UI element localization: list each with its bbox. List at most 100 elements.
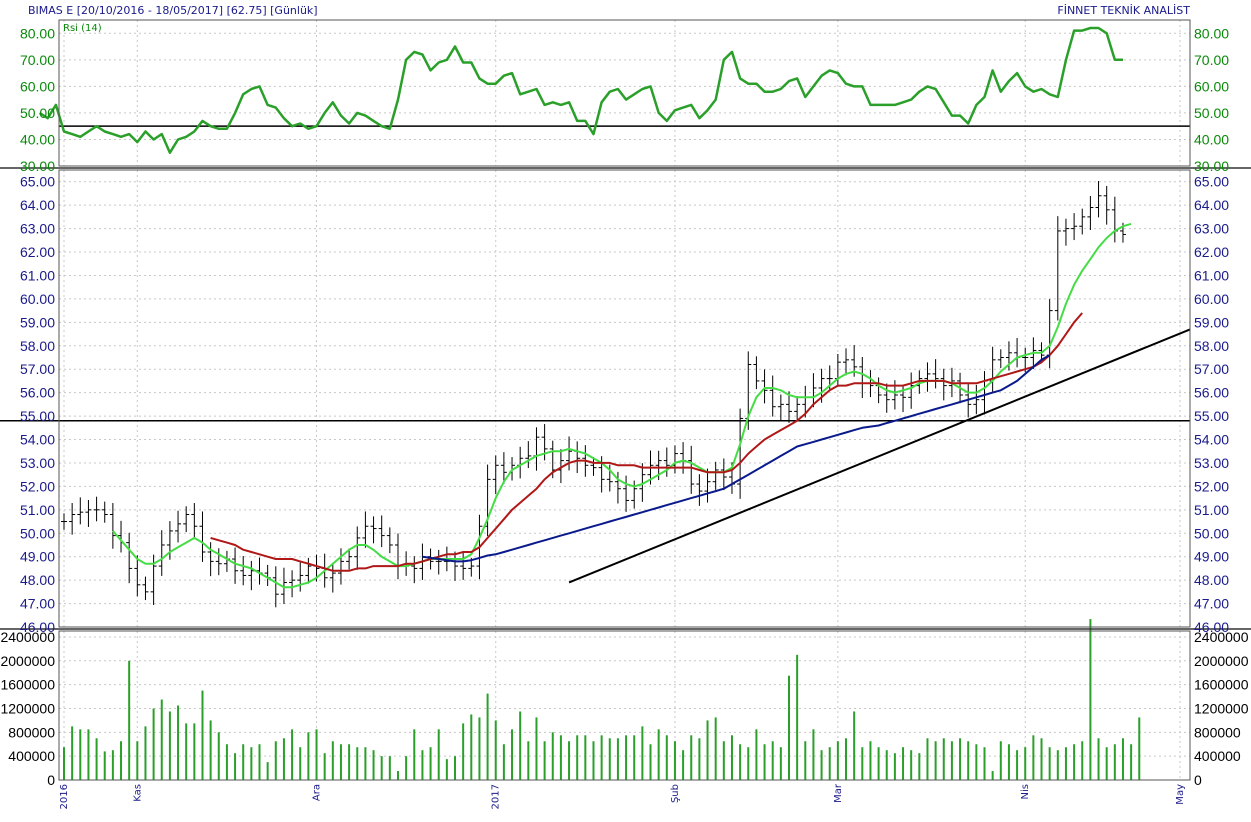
volume-bar (258, 744, 261, 780)
volume-bar (527, 741, 530, 780)
volume-bar (144, 726, 147, 780)
volume-bar (568, 741, 571, 780)
chart-canvas: BIMAS E [20/10/2016 - 18/05/2017] [62.75… (0, 0, 1251, 822)
volume-bar (584, 735, 587, 780)
volume-ytick-label-right: 2400000 (1194, 629, 1249, 645)
volume-bar (250, 747, 253, 780)
xaxis-label: Ara (312, 784, 323, 801)
price-ytick-label-left: 62.00 (20, 244, 55, 260)
volume-bar (633, 735, 636, 780)
volume-bar (559, 735, 562, 780)
price-ytick-label-left: 60.00 (20, 291, 55, 307)
volume-bar (755, 729, 758, 780)
volume-bar (1105, 747, 1108, 780)
volume-bar (730, 735, 733, 780)
price-ytick-label-left: 51.00 (20, 502, 55, 518)
price-ytick-label-right: 50.00 (1194, 525, 1229, 541)
volume-bar (1089, 619, 1092, 780)
volume-bar (429, 747, 432, 780)
volume-bar (519, 711, 522, 780)
price-ytick-label-right: 61.00 (1194, 267, 1229, 283)
volume-bar (804, 741, 807, 780)
price-ytick-label-right: 65.00 (1194, 174, 1229, 190)
volume-bar (470, 714, 473, 780)
volume-ytick-label-left: 1200000 (0, 700, 55, 716)
price-ytick-label-left: 56.00 (20, 385, 55, 401)
price-ytick-label-right: 53.00 (1194, 455, 1229, 471)
rsi-ytick-label-right: 60.00 (1194, 78, 1229, 94)
chart-header-left: BIMAS E [20/10/2016 - 18/05/2017] [62.75… (28, 4, 318, 17)
volume-bar (307, 732, 310, 780)
volume-bar (356, 747, 359, 780)
volume-bar (861, 747, 864, 780)
volume-bar (820, 750, 823, 780)
price-ytick-label-left: 59.00 (20, 314, 55, 330)
price-ytick-label-right: 54.00 (1194, 432, 1229, 448)
volume-bar (616, 738, 619, 780)
price-ytick-label-left: 64.00 (20, 197, 55, 213)
volume-bar (193, 723, 196, 780)
volume-bar (201, 690, 204, 780)
volume-bar (836, 741, 839, 780)
price-ytick-label-left: 57.00 (20, 361, 55, 377)
volume-ytick-label-right: 1200000 (1194, 700, 1249, 716)
volume-bar (299, 747, 302, 780)
volume-bar (331, 741, 334, 780)
volume-bar (445, 759, 448, 780)
volume-bar (120, 741, 123, 780)
volume-bar (1040, 738, 1043, 780)
volume-bar (592, 741, 595, 780)
volume-bar (494, 720, 497, 780)
rsi-ytick-label-right: 70.00 (1194, 52, 1229, 68)
volume-bar (291, 729, 294, 780)
volume-bar (967, 741, 970, 780)
volume-bar (608, 738, 611, 780)
volume-bar (869, 741, 872, 780)
price-ytick-label-left: 54.00 (20, 432, 55, 448)
volume-ytick-label-left: 0 (47, 772, 55, 788)
rsi-ytick-label-right: 80.00 (1194, 25, 1229, 41)
price-ytick-label-left: 61.00 (20, 267, 55, 283)
volume-bar (1081, 741, 1084, 780)
volume-ytick-label-left: 1600000 (0, 677, 55, 693)
price-ytick-label-right: 47.00 (1194, 596, 1229, 612)
volume-bar (1024, 747, 1027, 780)
volume-bar (885, 750, 888, 780)
volume-bar (511, 729, 514, 780)
volume-bar (673, 741, 676, 780)
price-ytick-label-right: 48.00 (1194, 572, 1229, 588)
xaxis-label: Kas (132, 784, 143, 802)
volume-bar (79, 729, 82, 780)
volume-bar (136, 741, 139, 780)
volume-bar (364, 747, 367, 780)
price-ytick-label-right: 63.00 (1194, 221, 1229, 237)
price-ytick-label-right: 55.00 (1194, 408, 1229, 424)
volume-bar (315, 729, 318, 780)
volume-bar (1048, 747, 1051, 780)
rsi-ytick-label-left: 40.00 (20, 131, 55, 147)
volume-bar (649, 744, 652, 780)
volume-bar (893, 753, 896, 780)
price-ytick-label-right: 58.00 (1194, 338, 1229, 354)
volume-bar (111, 750, 114, 780)
volume-bar (1016, 750, 1019, 780)
volume-bar (877, 747, 880, 780)
xaxis-label: 2017 (491, 784, 502, 809)
price-ytick-label-right: 60.00 (1194, 291, 1229, 307)
volume-bar (128, 660, 131, 780)
volume-ytick-label-right: 1600000 (1194, 677, 1249, 693)
volume-bar (103, 751, 106, 780)
price-ytick-label-left: 52.00 (20, 478, 55, 494)
rsi-ytick-label-right: 50.00 (1194, 105, 1229, 121)
volume-bar (217, 732, 220, 780)
volume-bar (1007, 744, 1010, 780)
volume-bar (372, 750, 375, 780)
volume-bar (177, 705, 180, 780)
volume-bar (543, 741, 546, 780)
volume-bar (853, 711, 856, 780)
volume-bar (209, 720, 212, 780)
volume-bar (225, 744, 228, 780)
price-ytick-label-right: 64.00 (1194, 197, 1229, 213)
rsi-ytick-label-right: 30.00 (1194, 158, 1229, 174)
volume-bar (796, 654, 799, 780)
